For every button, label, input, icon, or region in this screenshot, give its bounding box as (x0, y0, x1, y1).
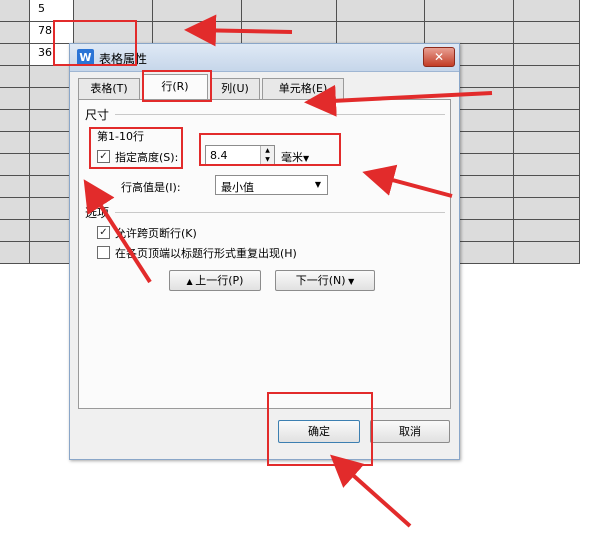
arrow-to-tabs (304, 84, 493, 117)
arrow-to-ok (330, 454, 412, 528)
arrow-to-cell (184, 14, 293, 47)
arrow-to-height-value (362, 164, 453, 198)
arrow-to-checkbox (83, 179, 152, 284)
annotation-arrows (83, 14, 493, 528)
